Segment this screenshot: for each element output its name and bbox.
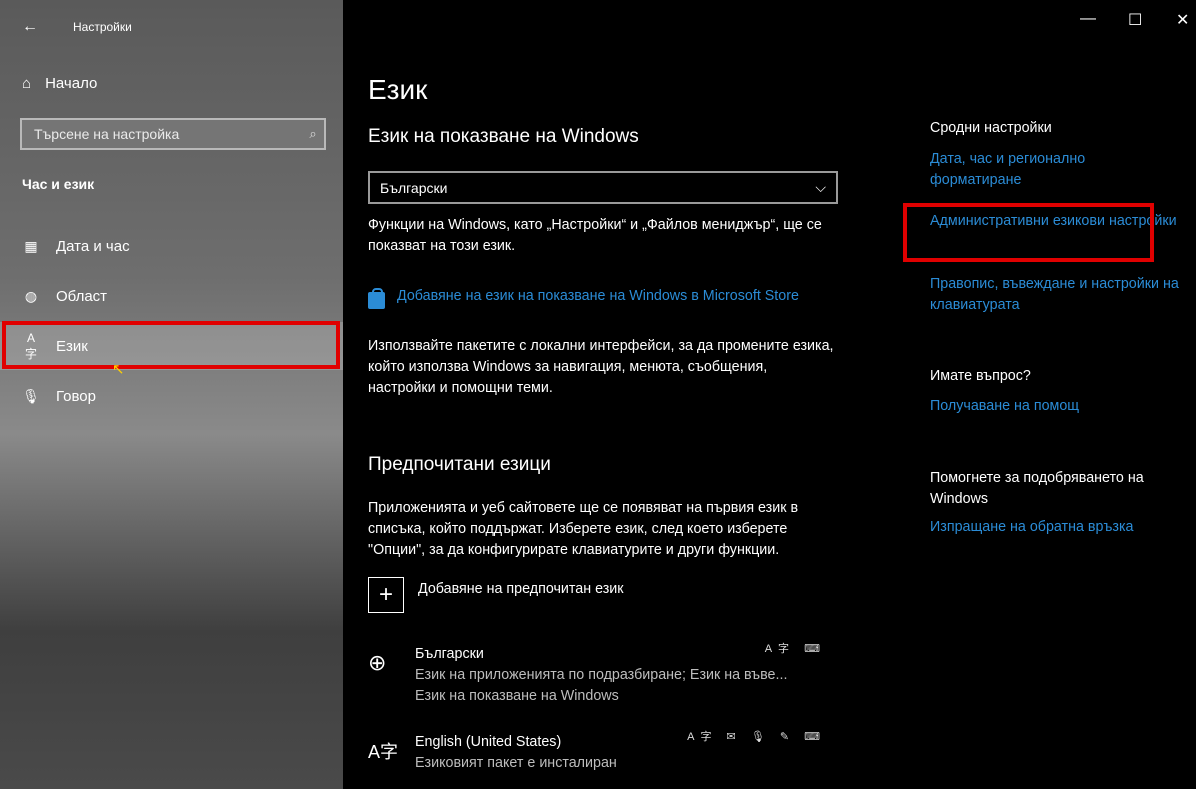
store-link-row[interactable]: Добавяне на език на показване на Windows… [368,286,838,309]
highlight-box-language [2,321,340,369]
language-icon: A字 [368,742,399,762]
spelling-typing-keyboard-link[interactable]: Правопис, въвеждане и настройки на клави… [930,274,1180,316]
maximize-icon[interactable]: ☐ [1128,10,1142,30]
back-arrow-icon[interactable]: ← [22,18,38,36]
add-preferred-label: Добавяне на предпочитан език [418,581,624,597]
calendar-clock-icon: ▦ [24,237,38,254]
language-name: Български [415,646,484,662]
sidebar: ← Настройки ⌂ Начало ⌕ Час и език ▦ Дата… [0,0,343,789]
preferred-languages-heading: Предпочитани езици [368,454,551,475]
page-title: Език [368,74,428,105]
language-item-bulgarian[interactable]: ⊕ Български Език на приложенията по подр… [368,643,838,706]
language-capability-icons: A字 ⌨ [764,643,826,655]
preferred-languages-description: Приложенията и уеб сайтовете ще се появя… [368,500,799,558]
highlight-box-admin-link [903,203,1154,262]
home-label: Начало [45,75,98,92]
dropdown-value: Български [380,179,448,196]
language-subtext: Език на приложенията по подразбиране; Ез… [415,667,788,683]
language-name: English (United States) [415,734,562,750]
microphone-icon: 🎙 [22,387,40,404]
send-feedback-link[interactable]: Изпращане на обратна връзка [930,517,1180,538]
language-subtext: Език на показване на Windows [415,688,619,704]
display-language-dropdown[interactable]: Български ⌵ [368,171,838,204]
date-time-regional-link[interactable]: Дата, час и регионално форматиране [930,149,1180,191]
search-icon[interactable]: ⌕ [302,126,324,142]
improve-windows-heading: Помогнете за подобряването на Windows [930,470,1144,507]
store-bag-icon [368,288,385,309]
language-subtext: Езиковият пакет е инсталиран [415,755,617,771]
sidebar-item-date-time[interactable]: ▦ Дата и час [0,222,343,270]
language-item-english[interactable]: A字 English (United States) Езиковият пак… [368,731,838,779]
language-globe-icon: ⊕ [368,650,387,675]
language-capability-icons: A字 ✉ 🎙 ✎ ⌨ [687,731,826,743]
chevron-down-icon: ⌵ [815,179,826,195]
sidebar-item-label: Говор [56,387,96,405]
related-settings-heading: Сродни настройки [930,120,1052,136]
title-bar: ← Настройки [0,8,343,46]
sidebar-item-label: Дата и час [56,237,130,255]
question-heading: Имате въпрос? [930,368,1031,384]
store-description: Използвайте пакетите с локални интерфейс… [368,338,834,396]
main-content: Език Език на показване на Windows Българ… [343,0,903,789]
mouse-cursor-icon: ↖ [112,361,125,378]
add-preferred-language-button[interactable]: + Добавяне на предпочитан език [368,577,624,613]
display-language-heading: Език на показване на Windows [368,126,639,147]
sidebar-item-speech[interactable]: 🎙 Говор [0,372,343,420]
display-language-description: Функции на Windows, като „Настройки“ и „… [368,217,822,254]
sidebar-item-home[interactable]: ⌂ Начало [22,75,97,92]
minimize-icon[interactable]: — [1080,10,1096,28]
plus-icon: + [368,577,404,613]
get-help-link[interactable]: Получаване на помощ [930,396,1180,417]
section-title: Час и език [22,176,95,192]
close-icon[interactable]: ✕ [1176,10,1189,30]
sidebar-item-label: Област [56,287,108,305]
sidebar-item-region[interactable]: ◍ Област [0,272,343,320]
globe-region-icon: ◍ [24,287,38,304]
search-box[interactable]: ⌕ [20,118,326,150]
search-input[interactable] [22,125,302,143]
app-title: Настройки [73,20,132,34]
home-icon: ⌂ [22,75,32,92]
store-link[interactable]: Добавяне на език на показване на Windows… [397,286,799,309]
